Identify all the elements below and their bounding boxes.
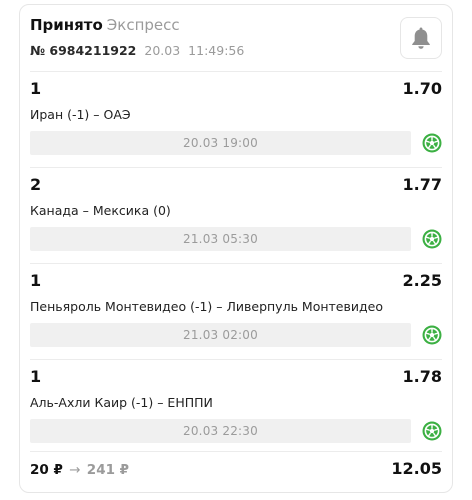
bet-time: 11:49:56 [188, 43, 245, 58]
stake-line: 20 ₽ → 241 ₽ [30, 461, 129, 479]
event-item: 1 1.70 Иран (-1) – ОАЭ 20.03 19:00 [30, 79, 442, 167]
arrow-right-icon: → [69, 462, 81, 478]
event-outcome: 1 [30, 367, 42, 386]
divider [30, 167, 442, 168]
possible-payout: 241 ₽ [86, 462, 130, 478]
event-start-time: 21.03 05:30 [30, 227, 411, 251]
divider [30, 451, 442, 452]
event-outcome: 1 [30, 271, 42, 290]
event-item: 1 2.25 Пеньяроль Монтевидео (-1) – Ливер… [30, 271, 442, 359]
bet-date: 20.03 [144, 43, 181, 58]
bet-type: Экспресс [106, 16, 180, 34]
divider [30, 263, 442, 264]
event-outcome: 1 [30, 79, 42, 98]
football-icon [422, 421, 442, 441]
event-start-time: 20.03 19:00 [30, 131, 411, 155]
bell-icon [412, 27, 430, 49]
status-line: Принято Экспресс [30, 15, 180, 35]
bet-status: Принято [30, 16, 103, 34]
football-icon [422, 325, 442, 345]
divider [30, 71, 442, 72]
event-coefficient: 1.78 [402, 367, 442, 386]
bet-header: Принято Экспресс № 6984211922 20.03 11:49:5… [30, 15, 442, 71]
notification-bell-button[interactable] [400, 17, 442, 59]
event-start-time: 21.03 02:00 [30, 323, 411, 347]
football-icon [422, 133, 442, 153]
event-match: Иран (-1) – ОАЭ [30, 107, 131, 122]
bet-card: Принято Экспресс № 6984211922 20.03 11:49:5… [19, 4, 453, 493]
event-start-time: 20.03 22:30 [30, 419, 411, 443]
total-coefficient: 12.05 [391, 459, 442, 478]
event-coefficient: 2.25 [402, 271, 442, 290]
bet-number: № 6984211922 [30, 43, 137, 58]
divider [30, 359, 442, 360]
event-match: Канада – Мексика (0) [30, 203, 171, 218]
football-icon [422, 229, 442, 249]
event-item: 1 1.78 Аль-Ахли Каир (-1) – ЕНППИ 20.03 … [30, 367, 442, 455]
event-coefficient: 1.77 [402, 175, 442, 194]
bet-id-line: № 6984211922 20.03 11:49:56 [30, 43, 244, 59]
event-match: Аль-Ахли Каир (-1) – ЕНППИ [30, 395, 213, 410]
event-outcome: 2 [30, 175, 42, 194]
event-item: 2 1.77 Канада – Мексика (0) 21.03 05:30 [30, 175, 442, 263]
event-coefficient: 1.70 [402, 79, 442, 98]
event-match: Пеньяроль Монтевидео (-1) – Ливерпуль Мо… [30, 299, 383, 314]
stake-amount: 20 ₽ [30, 462, 63, 478]
bet-footer: 20 ₽ → 241 ₽ 12.05 [30, 459, 442, 481]
